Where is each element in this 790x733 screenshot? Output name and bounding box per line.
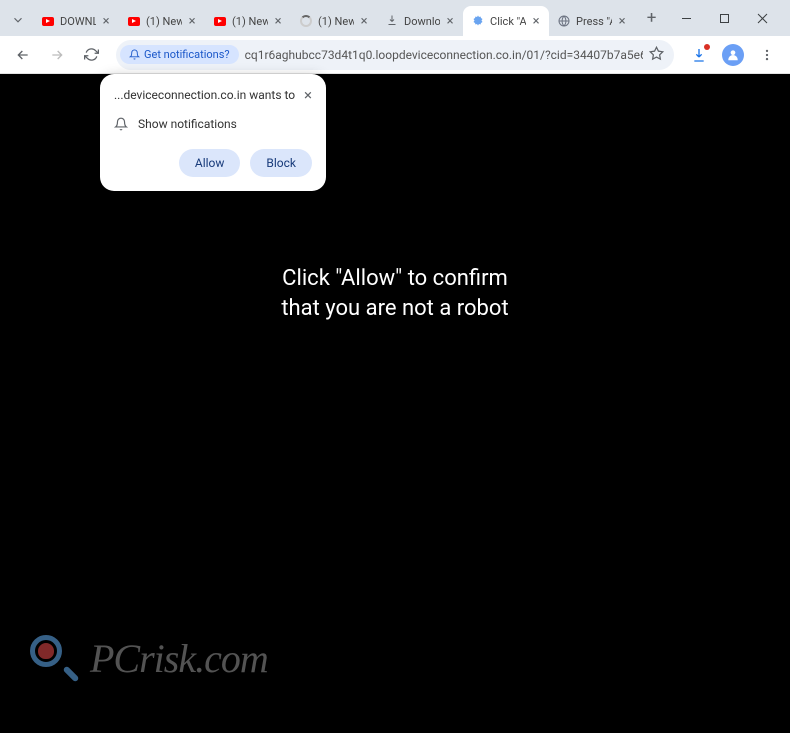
url-text: cq1r6aghubcc73d4t1q0.loopdeviceconnectio…: [245, 48, 643, 62]
minimize-button[interactable]: [674, 6, 698, 30]
globe-icon: [558, 15, 570, 27]
browser-titlebar: DOWNL×(1) New×(1) New×(1) New×Downlo×Cli…: [0, 0, 790, 36]
tab-search-button[interactable]: [6, 8, 29, 32]
message-line-2: that you are not a robot: [281, 294, 508, 324]
bookmark-star-icon[interactable]: [649, 46, 664, 64]
tab-strip: DOWNL×(1) New×(1) New×(1) New×Downlo×Cli…: [33, 0, 635, 36]
loading-spinner-icon: [300, 15, 312, 27]
tab-2[interactable]: (1) New×: [205, 6, 291, 36]
bell-icon: [114, 117, 128, 131]
tab-close-button[interactable]: ×: [443, 14, 457, 28]
download-icon: [386, 14, 398, 29]
permission-close-button[interactable]: ×: [304, 88, 312, 103]
allow-button[interactable]: Allow: [179, 149, 241, 177]
gear-icon: [472, 15, 484, 27]
tab-close-button[interactable]: ×: [185, 14, 199, 28]
window-controls: [664, 6, 784, 30]
page-message: Click "Allow" to confirm that you are no…: [281, 264, 508, 323]
youtube-icon: [128, 17, 140, 26]
window-close-button[interactable]: [750, 6, 774, 30]
tab-0[interactable]: DOWNL×: [33, 6, 119, 36]
tab-title: (1) New: [146, 15, 182, 28]
forward-button[interactable]: [42, 40, 72, 70]
watermark: PCrisk.com: [28, 633, 268, 683]
back-button[interactable]: [8, 40, 38, 70]
tab-close-button[interactable]: ×: [357, 14, 371, 28]
watermark-text: PCrisk.com: [90, 635, 268, 682]
new-tab-button[interactable]: +: [639, 5, 664, 31]
tab-title: Downlo: [404, 15, 440, 28]
watermark-icon: [28, 633, 78, 683]
downloads-button[interactable]: [684, 40, 714, 70]
tab-close-button[interactable]: ×: [529, 14, 543, 28]
tab-close-button[interactable]: ×: [615, 14, 629, 28]
block-button[interactable]: Block: [250, 149, 312, 177]
tab-title: (1) New: [318, 15, 354, 28]
browser-toolbar: Get notifications? cq1r6aghubcc73d4t1q0.…: [0, 36, 790, 74]
youtube-icon: [214, 17, 226, 26]
tab-6[interactable]: Press "A×: [549, 6, 635, 36]
permission-item-label: Show notifications: [138, 117, 237, 131]
tab-3[interactable]: (1) New×: [291, 6, 377, 36]
message-line-1: Click "Allow" to confirm: [281, 264, 508, 294]
tab-title: (1) New: [232, 15, 268, 28]
tab-title: DOWNL: [60, 15, 96, 28]
tab-5[interactable]: Click "Al×: [463, 6, 549, 36]
youtube-icon: [42, 17, 54, 26]
tab-title: Click "Al: [490, 15, 526, 28]
notification-chip-label: Get notifications?: [144, 48, 230, 61]
profile-avatar[interactable]: [722, 44, 744, 66]
tab-4[interactable]: Downlo×: [377, 6, 463, 36]
bell-icon: [129, 49, 140, 60]
address-bar[interactable]: Get notifications? cq1r6aghubcc73d4t1q0.…: [116, 40, 674, 70]
tab-close-button[interactable]: ×: [271, 14, 285, 28]
maximize-button[interactable]: [712, 6, 736, 30]
notification-chip[interactable]: Get notifications?: [120, 45, 239, 64]
tab-1[interactable]: (1) New×: [119, 6, 205, 36]
permission-site-text: ...deviceconnection.co.in wants to: [114, 88, 295, 102]
tab-close-button[interactable]: ×: [99, 14, 113, 28]
reload-button[interactable]: [76, 40, 106, 70]
notification-permission-popup: ...deviceconnection.co.in wants to × Sho…: [100, 74, 326, 191]
tab-title: Press "A: [576, 15, 612, 28]
menu-button[interactable]: [752, 40, 782, 70]
person-icon: [726, 48, 740, 62]
